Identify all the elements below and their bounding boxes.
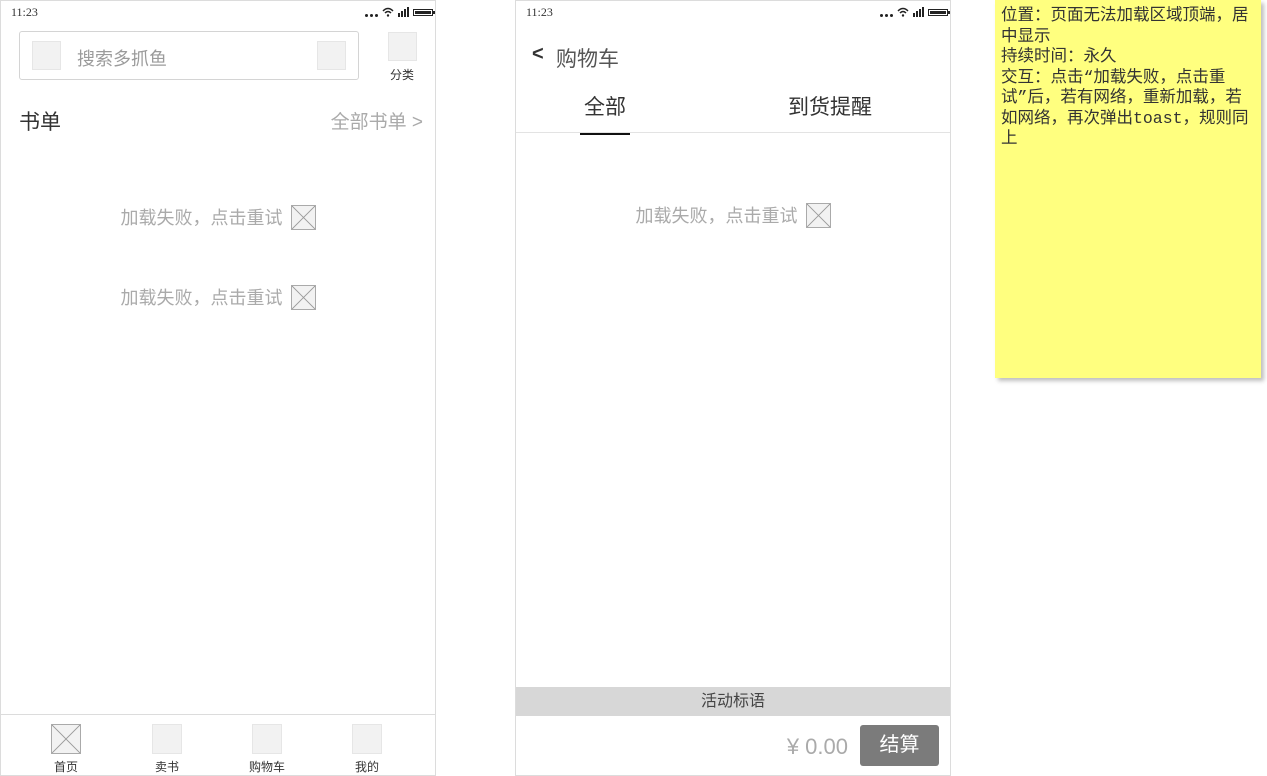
scan-icon[interactable]	[317, 41, 346, 70]
all-booklists-link[interactable]: 全部书单 >	[331, 107, 423, 134]
signal-icon	[398, 7, 409, 17]
tab-sell-label[interactable]: 卖书	[137, 758, 197, 775]
retry-message[interactable]: 加载失败，点击重试	[121, 284, 283, 310]
home-icon[interactable]	[51, 724, 81, 754]
note-line: 交互：点击“加载失败，点击重试”后，若有网络，重新加载，若如网络，再次弹出toa…	[1001, 67, 1249, 149]
tab-home-label[interactable]: 首页	[36, 758, 96, 775]
tab-cart[interactable]: 购物车	[237, 715, 297, 775]
status-time: 11:23	[526, 5, 553, 19]
home-screen: 11:23 搜索多抓鱼 分类 书单 全部书单 > 加载失败，点击重试 加载失败，…	[0, 0, 436, 776]
retry-image-icon[interactable]	[290, 204, 316, 230]
status-bar: 11:23	[1, 1, 435, 23]
promo-banner: 活动标语	[516, 687, 950, 716]
retry-load-button[interactable]: 加载失败，点击重试	[1, 284, 435, 310]
bottom-tab-bar: 首页 卖书 购物车 我的	[1, 714, 435, 775]
cart-tabs: 全部 到货提醒	[516, 83, 950, 135]
tab-sell[interactable]: 卖书	[137, 715, 197, 775]
page-title: 购物车	[556, 48, 619, 71]
wifi-icon	[897, 7, 909, 17]
search-icon	[32, 41, 61, 70]
retry-message[interactable]: 加载失败，点击重试	[636, 202, 798, 228]
retry-load-button[interactable]: 加载失败，点击重试	[516, 202, 950, 228]
retry-image-icon[interactable]	[805, 202, 831, 228]
more-dots-icon	[880, 7, 893, 17]
back-button[interactable]: <	[532, 43, 544, 66]
more-dots-icon	[365, 7, 378, 17]
cart-screen: 11:23 < 购物车 全部 到货提醒 加载失败，点击重试 活动标语 ¥ 0.0…	[515, 0, 951, 776]
checkout-bar: ¥ 0.00 结算	[516, 716, 950, 775]
category-icon[interactable]	[388, 32, 417, 61]
battery-icon	[413, 8, 435, 16]
annotation-note: 位置：页面无法加载区域顶端，居中显示 持续时间：永久 交互：点击“加载失败，点击…	[995, 0, 1261, 378]
battery-icon	[928, 8, 950, 16]
checkout-button[interactable]: 结算	[860, 725, 939, 766]
search-input[interactable]: 搜索多抓鱼	[77, 45, 167, 71]
tab-home[interactable]: 首页	[36, 715, 96, 775]
retry-load-button[interactable]: 加载失败，点击重试	[1, 204, 435, 230]
category-label[interactable]: 分类	[384, 66, 420, 83]
tab-all[interactable]: 全部	[580, 91, 630, 135]
wifi-icon	[382, 7, 394, 17]
note-line: 位置：页面无法加载区域顶端，居中显示	[1001, 6, 1249, 46]
profile-icon[interactable]	[352, 724, 382, 754]
status-bar: 11:23	[516, 1, 950, 23]
signal-icon	[913, 7, 924, 17]
tab-cart-label[interactable]: 购物车	[237, 758, 297, 775]
note-line: 持续时间：永久	[1001, 47, 1117, 66]
tab-arrival-reminder[interactable]: 到货提醒	[788, 91, 872, 121]
total-price: ¥ 0.00	[786, 734, 848, 759]
status-time: 11:23	[11, 5, 38, 19]
retry-image-icon[interactable]	[290, 284, 316, 310]
retry-message[interactable]: 加载失败，点击重试	[121, 204, 283, 230]
tab-profile-label[interactable]: 我的	[337, 758, 397, 775]
search-bar[interactable]: 搜索多抓鱼	[19, 31, 359, 80]
sell-icon[interactable]	[152, 724, 182, 754]
cart-icon[interactable]	[252, 724, 282, 754]
booklist-title: 书单	[19, 111, 61, 134]
tab-profile[interactable]: 我的	[337, 715, 397, 775]
